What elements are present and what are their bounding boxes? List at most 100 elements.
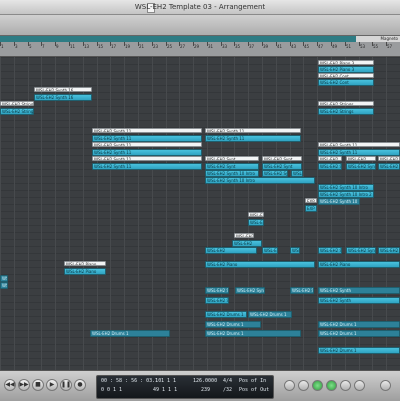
region-label: WSL-EH2 bbox=[207, 248, 226, 253]
region[interactable]: WSL-EH2 Strings bbox=[318, 101, 374, 106]
region[interactable]: WSL-EH2 Synth 10 Intro 2 bbox=[318, 198, 360, 205]
region[interactable]: WSL-EH2 Synth 11 bbox=[92, 135, 202, 142]
region[interactable]: WSL-EH2 Synth bbox=[318, 287, 400, 294]
region[interactable]: WSL-EH2 Synth 10 Intro 1 bbox=[378, 247, 400, 254]
region[interactable]: WSL-EH2 Drums 1 bbox=[205, 321, 261, 328]
region[interactable]: WSL-EH2 bbox=[290, 247, 300, 254]
region[interactable]: WSL-EH2 Synt bbox=[205, 156, 259, 161]
region[interactable]: WSL-EH2 bbox=[232, 240, 262, 247]
track-divider bbox=[0, 218, 400, 219]
region[interactable]: WSL-EH2 Synth 10 Intro 1 bbox=[346, 247, 376, 254]
region[interactable]: WSL-EH2 Drums 1 bbox=[318, 347, 400, 354]
region[interactable]: WSL-EH2 Synth 10 Intro 1 bbox=[318, 247, 342, 254]
region[interactable]: WSL-EH2 Synth 16 bbox=[34, 87, 92, 92]
region-label: WSL-EH2 Synth 11 bbox=[94, 157, 132, 161]
region[interactable]: WSL-EH2 Synt bbox=[262, 163, 302, 170]
region[interactable]: WSL-EH2 Drums 1 bbox=[318, 321, 400, 328]
ruler-bar-number: 33 bbox=[222, 44, 228, 49]
region[interactable]: WSL-EH2 bbox=[346, 156, 376, 161]
solo-mode-icon[interactable] bbox=[298, 380, 309, 391]
region[interactable]: WSL-EH2 Synth bbox=[205, 287, 229, 294]
region-label: WSL-EH2 Synth 10 Intro 2 bbox=[320, 199, 359, 204]
region-label: WSL-EH2 Strings bbox=[320, 102, 354, 106]
region[interactable]: WSL-EH2 Synt bbox=[205, 163, 259, 170]
click-icon[interactable] bbox=[354, 380, 365, 391]
region[interactable]: WSL-EH2 Drums 1 bbox=[205, 311, 247, 318]
region[interactable]: WSL-EH2 Strings bbox=[0, 108, 34, 115]
region[interactable]: EXP H bbox=[305, 198, 317, 203]
play-icon[interactable]: ▶ bbox=[46, 379, 58, 391]
autopunch-icon[interactable] bbox=[326, 380, 337, 391]
bar-ruler[interactable]: 1 3 5 7 9 11 13 15 17 19 21 23 25 27 29 31 33 35 37 39 41 43 4… bbox=[0, 42, 400, 93]
replace-mode-icon[interactable] bbox=[284, 380, 295, 391]
track-divider bbox=[0, 344, 400, 345]
region-label: WSL-EH2 Synth bbox=[207, 298, 229, 303]
region[interactable]: WSL-EH2 Synth 10 Intro bbox=[346, 163, 376, 170]
region[interactable]: WSL-EH2 Piano bbox=[64, 268, 106, 275]
region[interactable]: WSL-EH2 Synth bbox=[235, 287, 265, 294]
region[interactable]: WSL-EH2 Synth 11 Intro bbox=[248, 219, 264, 226]
cycle-mode-icon[interactable] bbox=[312, 380, 323, 391]
region[interactable]: WSL-EH2 Piano bbox=[318, 261, 400, 268]
region[interactable]: WSL-EH2 Synth bbox=[0, 282, 8, 289]
region[interactable]: WSL-EH2 bbox=[318, 156, 342, 161]
region[interactable]: WSL-EH2 Synth bbox=[0, 275, 8, 282]
region[interactable]: WSL-EH2 Synth 11 bbox=[92, 128, 202, 133]
region[interactable]: WSL-EH2 Cont bbox=[318, 79, 374, 86]
region[interactable]: WSL-EH2 Synth 11 Intro bbox=[248, 212, 264, 217]
region[interactable]: WSL-EH2 Synth 10 Intro 2 bbox=[318, 191, 374, 198]
region[interactable]: WSL-EH2 Synth 11 bbox=[205, 135, 301, 142]
region[interactable]: WSL-EH2 bbox=[234, 233, 254, 238]
region-label: WSL-EH2 Synth bbox=[2, 276, 7, 281]
transport-display[interactable]: 00 : 58 : 56 : 03.10 0 0 1 1 1 1 1 1 49 … bbox=[96, 375, 274, 399]
region[interactable]: WSL-EH2 Piano bbox=[64, 261, 106, 266]
region-label: WSL-EH2 Cont bbox=[320, 80, 349, 85]
arrangement-area[interactable]: WSL-EH2 Piano 3 WSL-EH2 Piano 3 WSL-EH2 Co… bbox=[0, 57, 400, 370]
region[interactable]: WSL-EH2 Synth 11 bbox=[92, 163, 202, 170]
fast-forward-icon[interactable]: ▶▶ bbox=[18, 379, 30, 391]
stop-icon[interactable]: ■ bbox=[32, 379, 44, 391]
region[interactable]: WSL-EH2 Synth 11 bbox=[92, 149, 202, 156]
pause-icon[interactable]: ❚❚ bbox=[60, 379, 72, 391]
region[interactable]: WSL-EH2 Synth 11 bbox=[318, 149, 400, 156]
region-label: WSL-EH2 Drums 1 bbox=[320, 331, 357, 336]
region[interactable]: WSL-EH2 Synth 16 bbox=[34, 94, 92, 101]
region-label: WSL-EH2 Drums 1 bbox=[207, 322, 244, 327]
region[interactable]: WSL-EH2 bbox=[205, 247, 257, 254]
region[interactable]: WSL-EH2 Drums 1 bbox=[248, 311, 292, 318]
region[interactable]: WSL-EH2 Piano 3 bbox=[318, 60, 374, 65]
sync-icon[interactable] bbox=[340, 380, 351, 391]
region[interactable]: WSL-EH2 Synth bbox=[290, 287, 314, 294]
region[interactable]: WSL-EH2 Drums 1 bbox=[205, 330, 301, 337]
region[interactable]: WSL-EH2 Cont bbox=[318, 73, 374, 78]
region[interactable]: WSL-EH2 Piano 3 bbox=[318, 66, 374, 73]
region-label: WSL-EH2 Synth 10 Intro bbox=[320, 164, 342, 169]
region[interactable]: WSL-EH2 Synth bbox=[318, 297, 400, 304]
region[interactable]: WSL-EH2 Synth 11 bbox=[92, 142, 202, 147]
region[interactable]: WSL-EH2 Drums 1 bbox=[90, 330, 170, 337]
region[interactable]: WSL-EH2 bbox=[378, 156, 400, 161]
region[interactable]: WSL-EH2 Synth 10 Intro bbox=[291, 170, 303, 177]
region[interactable]: WSL-EH2 Synth 10 Intro bbox=[205, 177, 315, 184]
region[interactable]: WSL-EH2 Synth 10 Intro bbox=[378, 163, 400, 170]
region[interactable]: WSL-EH2 Synth bbox=[205, 297, 229, 304]
region[interactable]: WSL-EH2 Synth 10 Intro bbox=[318, 163, 342, 170]
region[interactable]: WSL-EH2 Strings bbox=[0, 101, 34, 106]
region[interactable]: WSL-EH2 Synth 10 Intro bbox=[262, 170, 288, 177]
region[interactable]: WSL-EH2 Piano bbox=[205, 261, 315, 268]
region[interactable]: WSL-EH2 Synth 11 bbox=[318, 142, 400, 147]
region-label: WSL-EH2 Cont bbox=[320, 74, 349, 78]
region[interactable]: WSL-EH2 Synth 11 bbox=[92, 156, 202, 161]
region-label: WSL-EH2 Synth 11 bbox=[94, 136, 132, 141]
region[interactable]: WSL-EH2 bbox=[262, 247, 278, 254]
region[interactable]: WSL-EH2 Strings bbox=[318, 108, 374, 115]
region[interactable]: EXP H bbox=[305, 205, 317, 212]
region[interactable]: WSL-EH2 Drums 1 bbox=[318, 330, 400, 337]
record-icon[interactable]: ● bbox=[74, 379, 86, 391]
region[interactable]: WSL-EH2 Synth 10 Intro bbox=[205, 170, 259, 177]
region[interactable]: WSL-EH2 Synt bbox=[262, 156, 302, 161]
rewind-icon[interactable]: ◀◀ bbox=[4, 379, 16, 391]
region[interactable]: WSL-EH2 Synth 10 Intro bbox=[318, 184, 374, 191]
toolbar bbox=[0, 15, 400, 36]
region[interactable]: WSL-EH2 Synth 11 bbox=[205, 128, 301, 133]
